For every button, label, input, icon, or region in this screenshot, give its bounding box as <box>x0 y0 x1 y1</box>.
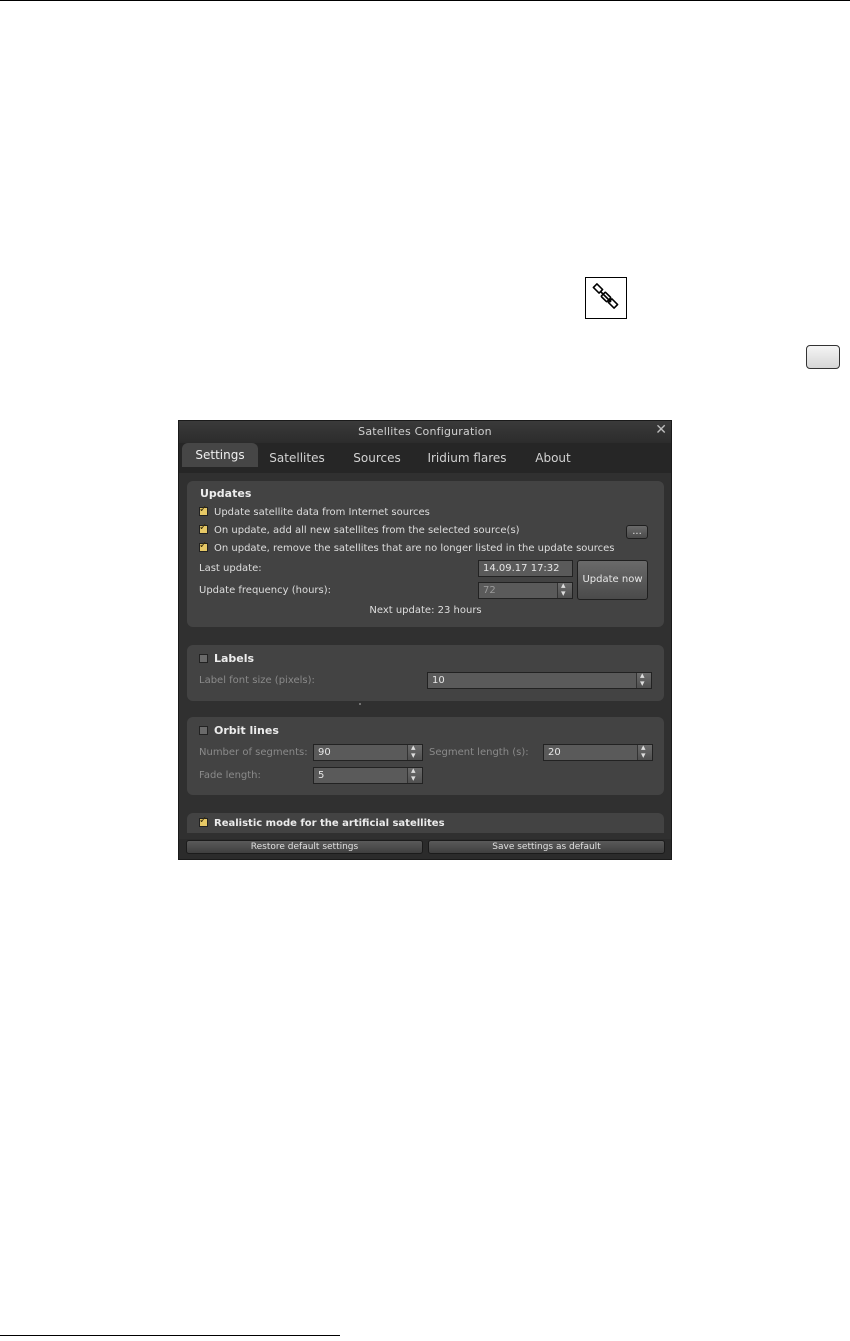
update-internet-label: Update satellite data from Internet sour… <box>214 507 430 518</box>
last-update-label: Last update: <box>199 563 262 574</box>
satellite-icon <box>592 283 619 309</box>
tab-iridium-flares[interactable]: Iridium flares <box>419 446 515 470</box>
segment-length-spin-arrows-icon[interactable] <box>637 741 652 764</box>
frequency-spin-arrows-icon[interactable] <box>557 579 572 602</box>
fade-length-spin-arrows-icon[interactable] <box>407 764 422 787</box>
update-frequency-value: 72 <box>483 585 496 596</box>
segments-value: 90 <box>318 747 331 758</box>
close-icon[interactable]: ✕ <box>655 422 667 438</box>
update-internet-checkbox[interactable] <box>199 504 208 516</box>
remove-unlisted-checkbox[interactable] <box>199 540 208 552</box>
orbit-lines-toggle[interactable]: Orbit lines <box>199 724 279 737</box>
settings-tab-content: Updates Update satellite data from Inter… <box>179 473 671 839</box>
labels-toggle[interactable]: Labels <box>199 652 254 665</box>
page-top-rule <box>0 0 850 1</box>
select-sources-button[interactable]: ... <box>626 525 648 539</box>
tab-settings[interactable]: Settings <box>182 443 258 467</box>
label-font-size-value: 10 <box>432 675 445 686</box>
update-now-button[interactable]: Update now <box>577 560 648 600</box>
remove-unlisted-option[interactable]: On update, remove the satellites that ar… <box>199 540 615 554</box>
segments-label: Number of segments: <box>199 747 308 758</box>
segments-spinbox[interactable]: 90 <box>313 741 423 764</box>
fade-length-label: Fade length: <box>199 770 261 781</box>
tab-sources[interactable]: Sources <box>341 446 413 470</box>
realistic-mode-checkbox[interactable] <box>199 815 208 827</box>
tab-bar: Settings Satellites Sources Iridium flar… <box>179 443 671 473</box>
fade-length-value: 5 <box>318 770 325 781</box>
realistic-mode-toggle[interactable]: Realistic mode for the artificial satell… <box>199 815 445 829</box>
orbit-lines-group-title: Orbit lines <box>214 724 279 737</box>
satellite-plugin-icon-box <box>585 277 627 319</box>
update-frequency-label: Update frequency (hours): <box>199 585 332 596</box>
labels-group-title: Labels <box>214 652 255 665</box>
remove-unlisted-label: On update, remove the satellites that ar… <box>214 543 615 554</box>
satellites-configuration-dialog: Satellites Configuration ✕ Settings Sate… <box>178 420 672 860</box>
orbit-lines-checkbox[interactable] <box>199 726 208 735</box>
next-update-text: Next update: 23 hours <box>369 605 482 616</box>
font-size-spin-arrows-icon[interactable] <box>636 669 651 692</box>
labels-group: Labels Label font size (pixels): 10 <box>187 645 664 701</box>
realistic-mode-group: Realistic mode for the artificial satell… <box>187 813 664 833</box>
fade-length-spinbox[interactable]: 5 <box>313 764 423 787</box>
realistic-mode-title: Realistic mode for the artificial satell… <box>214 818 445 829</box>
keyboard-key-icon <box>806 345 840 369</box>
label-font-size-spinbox[interactable]: 10 <box>427 669 652 692</box>
update-internet-option[interactable]: Update satellite data from Internet sour… <box>199 504 430 518</box>
save-defaults-button[interactable]: Save settings as default <box>428 840 665 854</box>
add-new-satellites-checkbox[interactable] <box>199 522 208 534</box>
orbit-lines-group: Orbit lines Number of segments: 90 Segme… <box>187 717 664 795</box>
updates-group-title: Updates <box>200 487 252 500</box>
label-font-size-label: Label font size (pixels): <box>199 675 315 686</box>
add-new-satellites-label: On update, add all new satellites from t… <box>214 525 520 536</box>
background-star <box>359 703 361 705</box>
segment-length-value: 20 <box>548 747 561 758</box>
add-new-satellites-option[interactable]: On update, add all new satellites from t… <box>199 522 520 536</box>
last-update-field: 14.09.17 17:32 <box>478 560 573 577</box>
labels-checkbox[interactable] <box>199 654 208 663</box>
tab-satellites[interactable]: Satellites <box>261 446 333 470</box>
footnote-rule <box>0 1335 340 1336</box>
updates-group: Updates Update satellite data from Inter… <box>187 481 664 627</box>
dialog-titlebar[interactable]: Satellites Configuration ✕ <box>179 421 671 443</box>
segment-length-spinbox[interactable]: 20 <box>543 741 653 764</box>
restore-defaults-button[interactable]: Restore default settings <box>186 840 423 854</box>
tab-about[interactable]: About <box>523 446 583 470</box>
dialog-title: Satellites Configuration <box>358 425 492 438</box>
segments-spin-arrows-icon[interactable] <box>407 741 422 764</box>
update-frequency-spinbox[interactable]: 72 <box>478 579 573 602</box>
segment-length-label: Segment length (s): <box>429 747 529 758</box>
